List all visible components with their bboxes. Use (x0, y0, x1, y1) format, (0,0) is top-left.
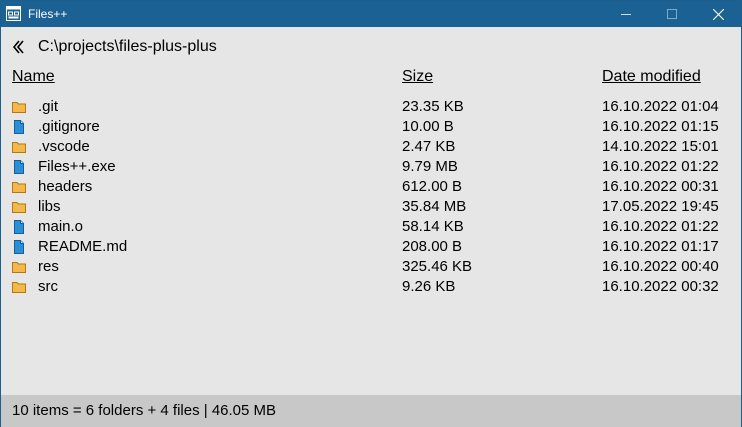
file-date: 16.10.2022 01:17 (602, 238, 719, 255)
file-name: .gitignore (38, 118, 100, 135)
file-size: 325.46 KB (402, 258, 473, 275)
file-name: libs (38, 198, 61, 215)
title-bar[interactable]: Files++ (1, 1, 741, 27)
app-window: Files++ C:\projects\files-plus-plus Name (0, 0, 742, 427)
folder-icon (12, 182, 26, 193)
file-icon (14, 160, 24, 174)
file-date: 16.10.2022 00:40 (602, 258, 719, 275)
column-header: Name Size Date modified (12, 68, 732, 88)
file-icon (14, 220, 24, 234)
path-bar: C:\projects\files-plus-plus (12, 37, 732, 57)
file-row[interactable]: src 9.26 KB 16.10.2022 00:32 (12, 277, 732, 297)
close-button[interactable] (695, 1, 741, 27)
folder-icon (12, 102, 26, 113)
app-icon (6, 6, 21, 21)
file-icon (14, 240, 24, 254)
file-date: 16.10.2022 01:22 (602, 218, 719, 235)
file-row[interactable]: .vscode 2.47 KB 14.10.2022 15:01 (12, 137, 732, 157)
window-title: Files++ (28, 7, 68, 21)
file-name: headers (38, 178, 93, 195)
file-size: 208.00 B (402, 238, 463, 255)
file-size: 612.00 B (402, 178, 463, 195)
file-name: res (38, 258, 59, 275)
file-name: .git (38, 98, 59, 115)
file-icon (14, 120, 24, 134)
file-name: README.md (38, 238, 128, 255)
column-header-size[interactable]: Size (402, 68, 433, 86)
file-name: main.o (38, 218, 84, 235)
file-date: 16.10.2022 01:22 (602, 158, 719, 175)
file-size: 10.00 B (402, 118, 454, 135)
file-list: .git 23.35 KB 16.10.2022 01:04 .gitignore 10… (12, 97, 732, 297)
file-date: 16.10.2022 00:32 (602, 278, 719, 295)
status-bar: 10 items = 6 folders + 4 files | 46.05 M… (1, 395, 741, 427)
file-size: 35.84 MB (402, 198, 467, 215)
file-size: 23.35 KB (402, 98, 464, 115)
file-row[interactable]: headers 612.00 B 16.10.2022 00:31 (12, 177, 732, 197)
file-name: src (38, 278, 58, 295)
column-header-date[interactable]: Date modified (602, 68, 701, 86)
file-row[interactable]: libs 35.84 MB 17.05.2022 19:45 (12, 197, 732, 217)
maximize-icon (667, 9, 677, 19)
file-size: 2.47 KB (402, 138, 456, 155)
maximize-button[interactable] (649, 1, 695, 27)
file-name: .vscode (38, 138, 90, 155)
folder-icon (12, 142, 26, 153)
file-size: 9.26 KB (402, 278, 456, 295)
column-header-name[interactable]: Name (12, 68, 55, 86)
status-summary: 10 items = 6 folders + 4 files | 46.05 M… (12, 402, 277, 419)
file-size: 9.79 MB (402, 158, 458, 175)
file-row[interactable]: Files++.exe 9.79 MB 16.10.2022 01:22 (12, 157, 732, 177)
file-row[interactable]: README.md 208.00 B 16.10.2022 01:17 (12, 237, 732, 257)
file-row[interactable]: main.o 58.14 KB 16.10.2022 01:22 (12, 217, 732, 237)
current-path[interactable]: C:\projects\files-plus-plus (38, 38, 217, 56)
folder-icon (12, 282, 26, 293)
back-icon[interactable] (12, 39, 28, 55)
file-date: 14.10.2022 15:01 (602, 138, 719, 155)
file-size: 58.14 KB (402, 218, 464, 235)
file-row[interactable]: res 325.46 KB 16.10.2022 00:40 (12, 257, 732, 277)
folder-icon (12, 262, 26, 273)
minimize-button[interactable] (603, 1, 649, 27)
file-date: 16.10.2022 01:04 (602, 98, 719, 115)
file-date: 16.10.2022 01:15 (602, 118, 719, 135)
folder-icon (12, 202, 26, 213)
file-date: 17.05.2022 19:45 (602, 198, 719, 215)
minimize-icon (621, 14, 631, 15)
file-row[interactable]: .git 23.35 KB 16.10.2022 01:04 (12, 97, 732, 117)
close-icon (712, 8, 724, 20)
file-row[interactable]: .gitignore 10.00 B 16.10.2022 01:15 (12, 117, 732, 137)
file-date: 16.10.2022 00:31 (602, 178, 719, 195)
file-name: Files++.exe (38, 158, 116, 175)
